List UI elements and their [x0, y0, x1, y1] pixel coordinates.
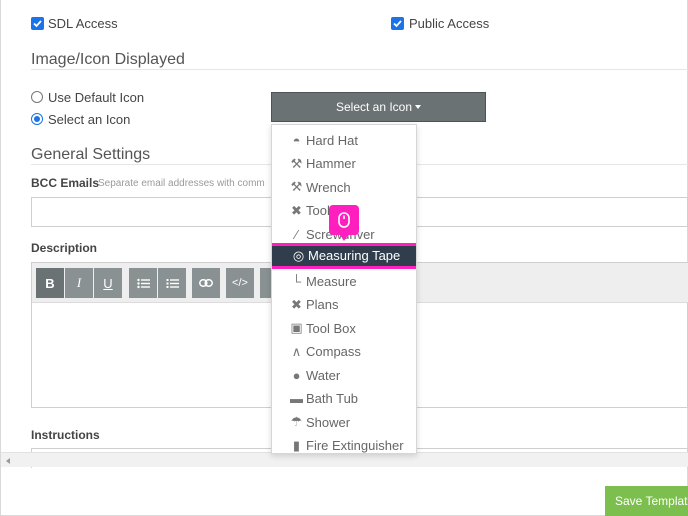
sdl-access-checkbox[interactable]	[31, 17, 44, 30]
scroll-left-icon[interactable]	[6, 458, 10, 464]
use-default-icon-label: Use Default Icon	[48, 90, 145, 105]
link-icon	[199, 279, 213, 287]
select-icon-dropdown-button[interactable]: Select an Icon	[271, 92, 486, 122]
icon-option-hard-hat[interactable]: ◓ Hard Hat	[272, 129, 416, 151]
icon-option-label: Shower	[306, 414, 351, 430]
icon-option-label: Tool Box	[306, 320, 356, 336]
horizontal-scrollbar[interactable]	[1, 452, 688, 467]
numbered-list-button[interactable]	[158, 268, 186, 298]
ruler-icon: └	[291, 273, 302, 289]
instructions-label: Instructions	[31, 428, 100, 442]
icon-option-water[interactable]: ● Water	[272, 364, 416, 386]
measuring-tape-icon: ◎	[292, 247, 305, 263]
shower-icon: ☂	[290, 414, 303, 429]
icon-option-tool-box[interactable]: ▣ Tool Box	[272, 317, 416, 339]
icon-option-hammer[interactable]: ⚒ Hammer	[272, 153, 416, 175]
icon-option-label: Fire Extinguisher	[306, 438, 404, 453]
mouse-cursor-indicator	[329, 205, 359, 241]
icon-option-label: Hard Hat	[306, 132, 359, 148]
icon-option-label: Hammer	[306, 156, 356, 171]
description-label: Description	[31, 241, 98, 255]
general-settings-title: General Settings	[31, 146, 151, 163]
plans-icon: ✖	[291, 296, 302, 312]
icon-option-compass[interactable]: ∧ Compass	[272, 341, 416, 363]
icon-dropdown-menu: ◓Hard Hat⚒Hammer⚒Wrench✖Tools∕Screwdrive…	[271, 124, 417, 454]
icon-option-fire-extinguisher[interactable]: ▮ Fire Extinguisher	[272, 435, 416, 454]
toolbox-icon: ▣	[290, 320, 303, 335]
bold-button[interactable]: B	[36, 268, 64, 298]
water-drop-icon: ●	[292, 367, 301, 383]
save-template-button[interactable]: Save Template	[605, 486, 688, 516]
icon-option-shower[interactable]: ☂ Shower	[272, 411, 416, 433]
divider	[31, 69, 688, 70]
caret-down-icon	[415, 105, 422, 109]
icon-option-bath-tub[interactable]: ▬ Bath Tub	[272, 388, 416, 410]
public-access-label: Public Access	[409, 16, 490, 31]
icon-option-plans[interactable]: ✖ Plans	[272, 294, 416, 316]
italic-label: I	[76, 275, 82, 290]
bulleted-list-button[interactable]	[129, 268, 157, 298]
bcc-emails-hint: Separate email addresses with comm	[98, 178, 265, 189]
numbered-list-icon	[166, 278, 179, 288]
icon-option-measure[interactable]: └ Measure	[272, 270, 416, 292]
code-label: </>	[232, 277, 248, 289]
use-default-icon-radio[interactable]	[31, 91, 43, 103]
select-icon-button-label: Select an Icon	[335, 100, 413, 114]
select-an-icon-radio[interactable]	[31, 113, 43, 125]
underline-button[interactable]: U	[94, 268, 122, 298]
hard-hat-icon: ◓	[292, 132, 301, 148]
code-button[interactable]: </>	[226, 268, 254, 298]
underline-label: U	[103, 275, 113, 291]
icon-option-wrench[interactable]: ⚒ Wrench	[272, 176, 416, 198]
public-access-checkbox[interactable]	[391, 17, 404, 30]
sdl-access-label: SDL Access	[48, 16, 118, 31]
save-template-label: Save Template	[615, 494, 688, 508]
mouse-icon	[338, 212, 350, 228]
hammer-icon: ⚒	[290, 155, 303, 171]
bath-tub-icon: ▬	[290, 391, 303, 406]
bcc-emails-label: BCC Emails	[31, 176, 100, 190]
icon-option-label: Plans	[306, 297, 339, 312]
icon-option-label: Compass	[306, 344, 361, 359]
bulleted-list-icon	[136, 278, 150, 288]
icon-option-label: Bath Tub	[306, 391, 359, 406]
select-an-icon-label: Select an Icon	[48, 112, 131, 127]
compass-icon: ∧	[291, 343, 302, 359]
wrench-icon: ⚒	[290, 179, 303, 194]
icon-option-label: Water	[306, 367, 341, 383]
bold-label: B	[45, 275, 55, 291]
link-button[interactable]	[192, 268, 220, 298]
icon-section-title: Image/Icon Displayed	[31, 51, 185, 68]
italic-button[interactable]: I	[65, 268, 93, 298]
screwdriver-icon: ∕	[295, 226, 298, 242]
fire-extinguisher-icon: ▮	[292, 437, 301, 453]
icon-option-label: Measuring Tape	[308, 248, 401, 263]
tools-icon: ✖	[291, 202, 302, 218]
icon-option-measuring-tape[interactable]: ◎ Measuring Tape	[272, 242, 416, 269]
icon-option-label: Wrench	[306, 179, 351, 195]
icon-option-label: Measure	[306, 273, 357, 289]
